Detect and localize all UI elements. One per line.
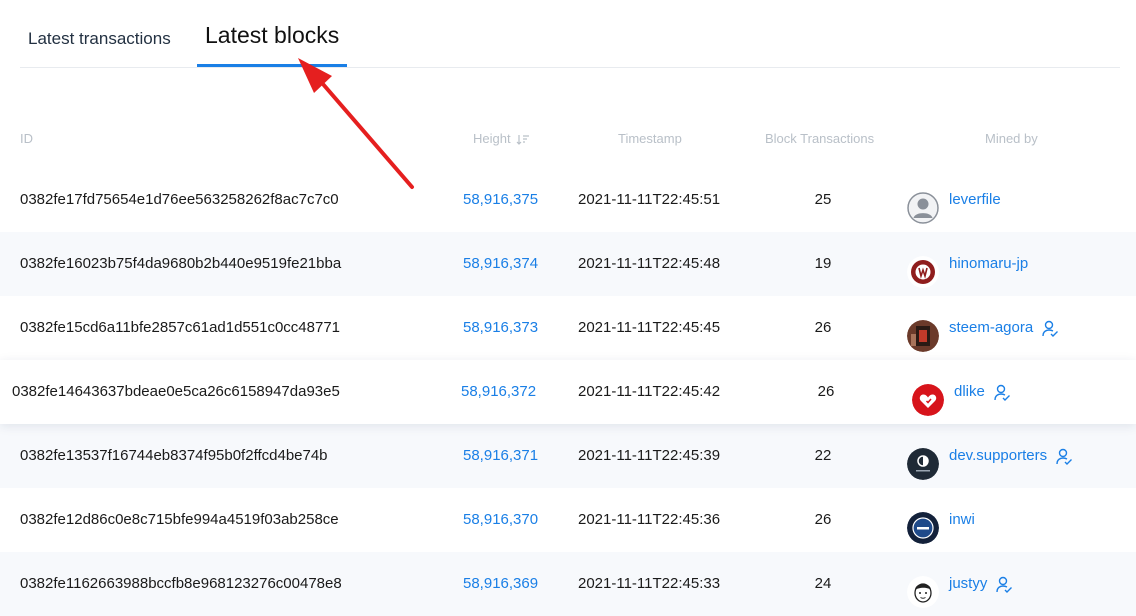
sort-icon	[516, 134, 530, 145]
mined-by: dlike	[912, 360, 1011, 424]
block-timestamp: 2021-11-11T22:45:45	[578, 319, 721, 336]
mined-by: inwi	[907, 488, 975, 552]
witness-vote-icon[interactable]	[995, 576, 1013, 594]
mined-by: justyy	[907, 552, 1013, 616]
witness-vote-icon[interactable]	[1055, 448, 1073, 466]
block-height-link[interactable]: 58,916,375	[463, 168, 538, 232]
header-block-transactions: Block Transactions	[765, 131, 875, 146]
block-transactions-count: 24	[814, 575, 832, 592]
dlike-heart-avatar[interactable]	[912, 384, 944, 416]
blocks-table: ID Height Timestamp Block Transactions M…	[0, 108, 1136, 616]
header-id: ID	[20, 131, 33, 146]
witness-vote-icon[interactable]	[1041, 320, 1059, 338]
table-row: 0382fe16023b75f4da9680b2b440e9519fe21bba…	[0, 232, 1136, 296]
block-id: 0382fe16023b75f4da9680b2b440e9519fe21bba	[20, 255, 342, 272]
table-row[interactable]: 0382fe14643637bdeae0e5ca26c6158947da93e5…	[0, 360, 1136, 424]
block-transactions-count: 22	[814, 447, 832, 464]
miner-link[interactable]: leverfile	[949, 168, 1001, 232]
block-timestamp: 2021-11-11T22:45:36	[578, 511, 721, 528]
table-row: 0382fe1162663988bccfb8e968123276c00478e8…	[0, 552, 1136, 616]
header-height-label: Height	[473, 131, 511, 146]
table-header: ID Height Timestamp Block Transactions M…	[0, 108, 1136, 168]
miner-link[interactable]: justyy	[949, 552, 987, 616]
inwi-avatar[interactable]	[907, 512, 939, 544]
block-transactions-count: 19	[814, 255, 832, 272]
header-height[interactable]: Height	[473, 131, 530, 146]
table-row: 0382fe15cd6a11bfe2857c61ad1d551c0cc48771…	[0, 296, 1136, 360]
block-transactions-count: 26	[814, 511, 832, 528]
table-row: 0382fe13537f16744eb8374f95b0f2ffcd4be74b…	[0, 424, 1136, 488]
block-timestamp: 2021-11-11T22:45:48	[578, 255, 721, 272]
mined-by: dev.supporters	[907, 424, 1073, 488]
block-transactions-count: 25	[814, 191, 832, 208]
hinomaru-avatar[interactable]	[907, 256, 939, 288]
block-height-link[interactable]: 58,916,372	[461, 360, 536, 424]
default-user-icon[interactable]	[907, 192, 939, 224]
table-row: 0382fe12d86c0e8c715bfe994a4519f03ab258ce…	[0, 488, 1136, 552]
block-id: 0382fe1162663988bccfb8e968123276c00478e8	[20, 575, 342, 592]
justyy-avatar[interactable]	[907, 576, 939, 608]
header-mined-by: Mined by	[985, 131, 1038, 146]
block-id: 0382fe13537f16744eb8374f95b0f2ffcd4be74b	[20, 447, 328, 464]
block-height-link[interactable]: 58,916,374	[463, 232, 538, 296]
block-timestamp: 2021-11-11T22:45:39	[578, 447, 721, 464]
block-height-link[interactable]: 58,916,370	[463, 488, 538, 552]
witness-vote-icon[interactable]	[993, 384, 1011, 402]
block-height-link[interactable]: 58,916,371	[463, 424, 538, 488]
block-transactions-count: 26	[814, 319, 832, 336]
header-timestamp: Timestamp	[618, 131, 682, 146]
block-timestamp: 2021-11-11T22:45:42	[578, 383, 721, 400]
miner-link[interactable]: dlike	[954, 360, 985, 424]
table-row: 0382fe17fd75654e1d76ee563258262f8ac7c7c0…	[0, 168, 1136, 232]
miner-link[interactable]: steem-agora	[949, 296, 1033, 360]
dev-supporters-avatar[interactable]	[907, 448, 939, 480]
block-transactions-count: 26	[817, 383, 835, 400]
mined-by: hinomaru-jp	[907, 232, 1028, 296]
block-timestamp: 2021-11-11T22:45:51	[578, 191, 721, 208]
block-id: 0382fe12d86c0e8c715bfe994a4519f03ab258ce	[20, 511, 339, 528]
miner-link[interactable]: inwi	[949, 488, 975, 552]
steem-agora-avatar[interactable]	[907, 320, 939, 352]
mined-by: leverfile	[907, 168, 1001, 232]
block-height-link[interactable]: 58,916,369	[463, 552, 538, 616]
block-id: 0382fe14643637bdeae0e5ca26c6158947da93e5	[12, 383, 340, 400]
miner-link[interactable]: dev.supporters	[949, 424, 1047, 488]
miner-link[interactable]: hinomaru-jp	[949, 232, 1028, 296]
block-id: 0382fe15cd6a11bfe2857c61ad1d551c0cc48771	[20, 319, 341, 336]
block-timestamp: 2021-11-11T22:45:33	[578, 575, 721, 592]
block-id: 0382fe17fd75654e1d76ee563258262f8ac7c7c0	[20, 191, 339, 208]
mined-by: steem-agora	[907, 296, 1059, 360]
block-height-link[interactable]: 58,916,373	[463, 296, 538, 360]
